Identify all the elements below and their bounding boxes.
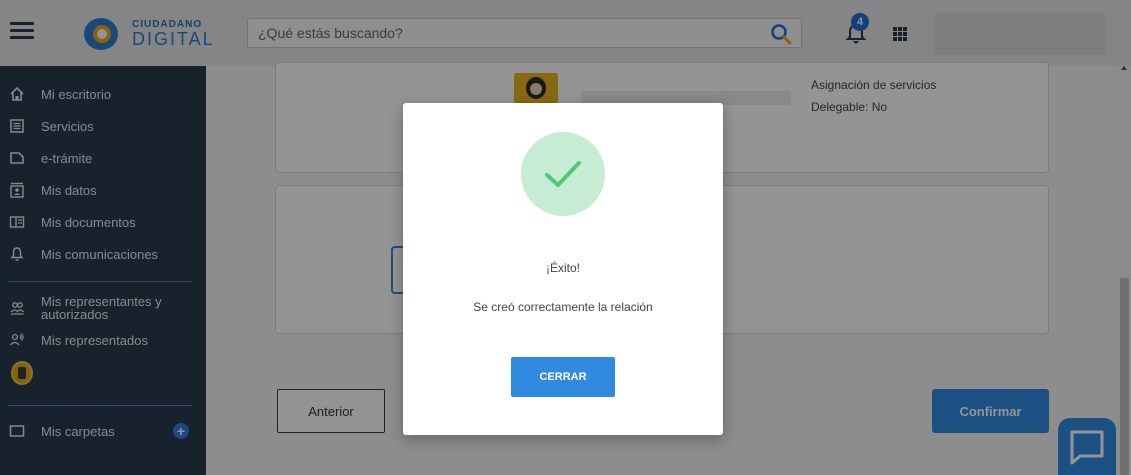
cerrar-button[interactable]: CERRAR (511, 357, 615, 397)
success-dialog: ¡Éxito! Se creó correctamente la relació… (403, 103, 723, 435)
dialog-title: ¡Éxito! (545, 261, 580, 275)
dialog-message: Se creó correctamente la relación (473, 300, 653, 314)
success-check-icon (521, 132, 605, 216)
